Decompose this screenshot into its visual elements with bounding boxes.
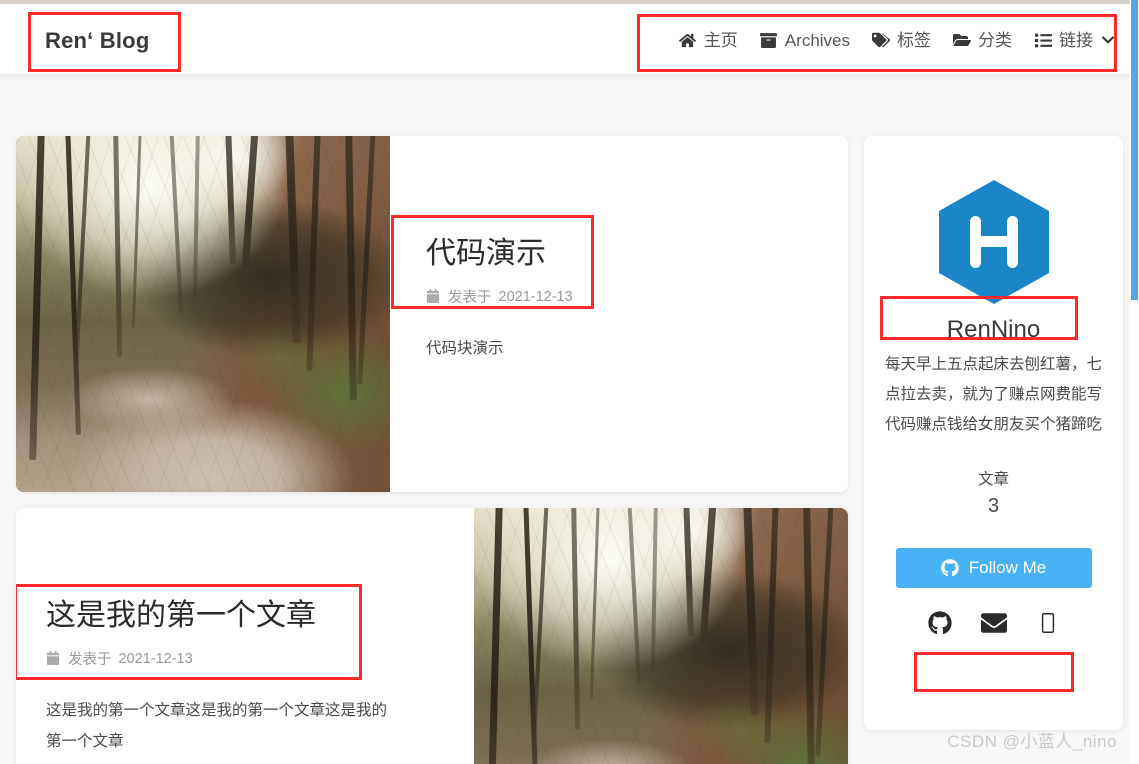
author-name: RenNino (946, 316, 1041, 343)
post-meta-prefix: 发表于 (68, 652, 112, 668)
post-meta: 发表于 2021-12-13 (46, 648, 444, 669)
page-body: 代码演示 发表于 2021-12-13 代码块演示 这是我的第一个文章 发表于 … (0, 74, 1139, 764)
post-thumbnail[interactable] (474, 508, 848, 764)
post-body: 代码演示 发表于 2021-12-13 代码块演示 (390, 136, 848, 492)
social-highlight-box (914, 652, 1074, 692)
nav-item-links[interactable]: 链接 (1034, 31, 1115, 49)
nav-label-links: 链接 (1059, 30, 1093, 50)
nav-label-tags: 标签 (897, 30, 931, 50)
content-wrapper: 代码演示 发表于 2021-12-13 代码块演示 这是我的第一个文章 发表于 … (16, 136, 1123, 764)
post-body: 这是我的第一个文章 发表于 2021-12-13 这是我的第一个文章这是我的第一… (16, 508, 474, 764)
sidebar: RenNino 每天早上五点起床去刨红薯，七点拉去卖，就为了赚点网费能写代码赚点… (864, 136, 1123, 764)
home-icon (679, 31, 697, 49)
list-icon (1034, 31, 1052, 49)
nav-item-archives[interactable]: Archives (760, 31, 850, 49)
nav-label-archives: Archives (784, 30, 850, 50)
nav-item-home[interactable]: 主页 (679, 31, 738, 49)
mail-icon[interactable] (981, 610, 1008, 636)
post-card: 这是我的第一个文章 发表于 2021-12-13 这是我的第一个文章这是我的第一… (16, 508, 848, 764)
folder-icon (953, 31, 971, 49)
author-description: 每天早上五点起床去刨红薯，七点拉去卖，就为了赚点网费能写代码赚点钱给女朋友买个猪… (884, 356, 1102, 434)
photo-branches-overlay (474, 508, 848, 764)
post-date: 2021-12-13 (118, 650, 193, 667)
post-excerpt: 这是我的第一个文章这是我的第一个文章这是我的第一个文章 (46, 702, 388, 750)
mobile-icon[interactable] (1037, 612, 1059, 634)
scrollbar-thumb[interactable] (1131, 0, 1138, 300)
social-links (914, 606, 1074, 640)
top-accent-strip (0, 0, 1139, 4)
tag-icon (872, 31, 890, 49)
photo-branches-overlay (16, 136, 390, 492)
nav-item-tags[interactable]: 标签 (872, 31, 931, 49)
post-date: 2021-12-13 (498, 288, 573, 305)
calendar-icon (46, 651, 61, 666)
chevron-down-icon[interactable] (1100, 33, 1115, 48)
nav-item-categories[interactable]: 分类 (953, 31, 1012, 49)
post-list: 代码演示 发表于 2021-12-13 代码块演示 这是我的第一个文章 发表于 … (16, 136, 848, 764)
author-card: RenNino 每天早上五点起床去刨红薯，七点拉去卖，就为了赚点网费能写代码赚点… (864, 136, 1123, 730)
post-title[interactable]: 这是我的第一个文章 (46, 598, 444, 634)
calendar-icon (426, 289, 441, 304)
post-title[interactable]: 代码演示 (426, 236, 818, 272)
site-stats: 文章 3 (880, 467, 1107, 518)
stat-value-posts: 3 (987, 494, 1000, 517)
site-header: Ren‘ Blog 主页 Archives 标签 分类 链接 (0, 4, 1139, 74)
csdn-watermark: CSDN @小蓝人_nino (947, 732, 1117, 751)
github-icon (941, 558, 959, 577)
post-thumbnail[interactable] (16, 136, 390, 492)
main-navigation: 主页 Archives 标签 分类 链接 (679, 18, 1115, 62)
stat-label-posts: 文章 (977, 470, 1009, 488)
post-meta-prefix: 发表于 (448, 290, 492, 306)
github-icon[interactable] (928, 611, 952, 635)
nav-label-categories: 分类 (978, 30, 1012, 50)
site-brand-title[interactable]: Ren‘ Blog (30, 12, 159, 68)
post-excerpt: 代码块演示 (426, 340, 504, 357)
nav-label-home: 主页 (703, 30, 738, 50)
post-card: 代码演示 发表于 2021-12-13 代码块演示 (16, 136, 848, 492)
follow-me-button[interactable]: Follow Me (895, 547, 1092, 588)
archive-icon (760, 31, 778, 49)
follow-me-label: Follow Me (968, 557, 1047, 577)
hexo-hexagon-logo (936, 178, 1052, 306)
post-meta: 发表于 2021-12-13 (426, 286, 818, 307)
